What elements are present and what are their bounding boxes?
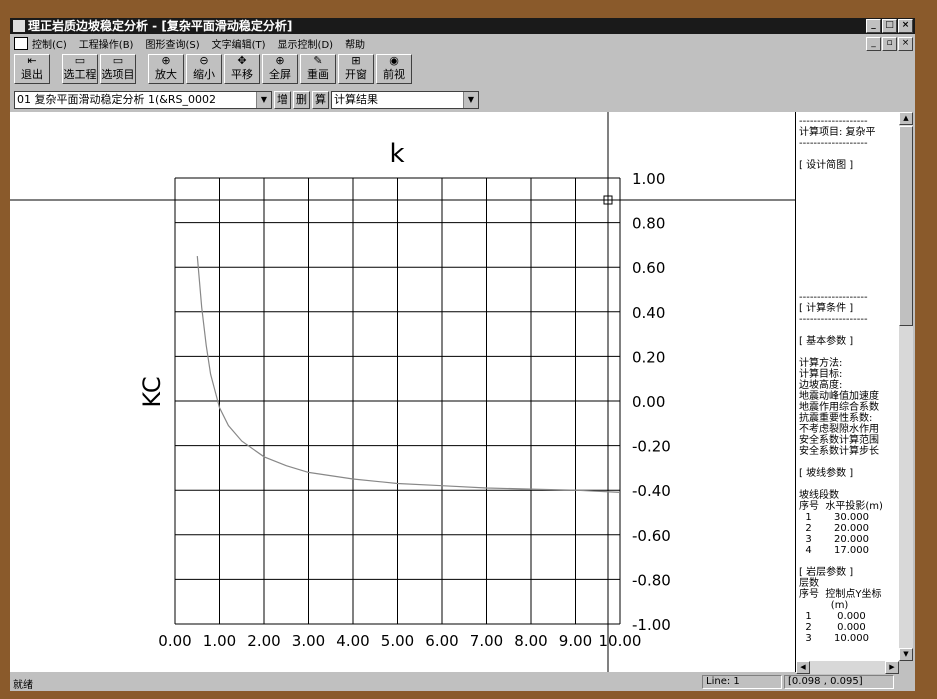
y-tick-label: 0.60 xyxy=(632,259,665,277)
y-tick-label: 0.40 xyxy=(632,304,665,322)
x-tick-label: 10.00 xyxy=(599,632,642,650)
toolbar: ⇤ 退出 ▭ 选工程 ▭ 选项目 ⊕ 放大 ⊖ 缩小 ✥ 平移 ⊕ 全屏 ✎ 重画 ⊞ 开窗 ◉ 前… xyxy=(14,54,414,86)
menu-display-control[interactable]: 显示控制(D) xyxy=(278,36,334,51)
result-text-panel[interactable]: ------------------- 计算项目: 复杂平 ----------… xyxy=(796,112,899,672)
result-text: ------------------- 计算项目: 复杂平 ----------… xyxy=(799,116,883,644)
menu-graphic-query[interactable]: 图形查询(S) xyxy=(145,36,199,51)
pan-button[interactable]: ✥ 平移 xyxy=(224,54,260,84)
item-icon: ▭ xyxy=(112,54,124,67)
child-minimize-button[interactable]: _ xyxy=(866,37,881,51)
scroll-right-icon[interactable]: ▶ xyxy=(885,661,899,674)
kc-curve xyxy=(196,256,621,493)
result-view-select[interactable]: 计算结果 ▼ xyxy=(331,91,479,109)
chart-title: k xyxy=(389,139,404,169)
title-bar[interactable]: 理正岩质边坡稳定分析 - [复杂平面滑动稳定分析] _ □ × xyxy=(10,18,915,34)
menu-text-edit[interactable]: 文字编辑(T) xyxy=(212,36,266,51)
fullscreen-icon: ⊕ xyxy=(275,54,285,67)
pan-icon: ✥ xyxy=(237,54,247,67)
chart-canvas[interactable]: 0.00 1.00 2.00 3.00 4.00 5.00 6.00 7.00 8.00 9.00… xyxy=(10,112,796,672)
front-view-button[interactable]: ◉ 前视 xyxy=(376,54,412,84)
y-tick-label: -1.00 xyxy=(632,616,671,634)
scroll-up-icon[interactable]: ▲ xyxy=(899,112,913,125)
menu-bar: 控制(C) 工程操作(B) 图形查询(S) 文字编辑(T) 显示控制(D) 帮助 xyxy=(10,35,915,52)
zoom-out-icon: ⊖ xyxy=(199,54,209,67)
y-tick-label: -0.60 xyxy=(632,527,671,545)
select-project-button[interactable]: ▭ 选工程 xyxy=(62,54,98,84)
delete-button[interactable]: 删 xyxy=(293,91,310,109)
x-tick-label: 3.00 xyxy=(292,632,325,650)
y-tick-label: -0.20 xyxy=(632,438,671,456)
result-view-value: 计算结果 xyxy=(334,93,378,106)
zoom-out-button[interactable]: ⊖ 缩小 xyxy=(186,54,222,84)
kc-chart: 0.00 1.00 2.00 3.00 4.00 5.00 6.00 7.00 8.00 9.00… xyxy=(10,112,795,672)
redraw-icon: ✎ xyxy=(313,54,323,67)
status-coords: [0.098 , 0.095] xyxy=(784,675,894,689)
x-tick-label: 7.00 xyxy=(470,632,503,650)
x-tick-label: 0.00 xyxy=(158,632,191,650)
y-tick-label: 0.00 xyxy=(632,393,665,411)
project-select-value: 01 复杂平面滑动稳定分析 1(&RS_0002 xyxy=(17,93,216,106)
child-close-button[interactable]: × xyxy=(898,37,913,51)
app-window: 理正岩质边坡稳定分析 - [复杂平面滑动稳定分析] _ □ × 控制(C) 工程… xyxy=(10,18,915,691)
y-tick-label: 1.00 xyxy=(632,170,665,188)
project-bar: 01 复杂平面滑动稳定分析 1(&RS_0002 ▼ 增 删 算 计算结果 ▼ xyxy=(14,90,479,110)
chevron-down-icon[interactable]: ▼ xyxy=(256,92,271,108)
y-tick-label: 0.20 xyxy=(632,348,665,366)
zoom-in-icon: ⊕ xyxy=(161,54,171,67)
front-view-icon: ◉ xyxy=(389,54,399,67)
exit-icon: ⇤ xyxy=(27,54,37,67)
x-tick-label: 9.00 xyxy=(559,632,592,650)
add-button[interactable]: 增 xyxy=(274,91,291,109)
select-item-button[interactable]: ▭ 选项目 xyxy=(100,54,136,84)
menu-control[interactable]: 控制(C) xyxy=(32,36,67,51)
x-tick-label: 4.00 xyxy=(336,632,369,650)
scroll-down-icon[interactable]: ▼ xyxy=(899,648,913,661)
window-title: 理正岩质边坡稳定分析 - [复杂平面滑动稳定分析] xyxy=(28,19,293,33)
y-axis-label: KC xyxy=(138,376,166,407)
status-text: 就绪 xyxy=(13,680,33,691)
close-button[interactable]: × xyxy=(898,19,913,33)
status-line: Line: 1 xyxy=(702,675,782,689)
fullscreen-button[interactable]: ⊕ 全屏 xyxy=(262,54,298,84)
document-icon[interactable] xyxy=(14,37,28,50)
calculate-button[interactable]: 算 xyxy=(312,91,329,109)
project-icon: ▭ xyxy=(74,54,86,67)
project-select[interactable]: 01 复杂平面滑动稳定分析 1(&RS_0002 ▼ xyxy=(14,91,272,109)
menu-project[interactable]: 工程操作(B) xyxy=(79,36,134,51)
vertical-scrollbar[interactable]: ▲ ▼ xyxy=(899,112,913,661)
x-tick-label: 6.00 xyxy=(425,632,458,650)
window-icon: ⊞ xyxy=(351,54,361,67)
minimize-button[interactable]: _ xyxy=(866,19,881,33)
x-tick-label: 8.00 xyxy=(514,632,547,650)
open-window-button[interactable]: ⊞ 开窗 xyxy=(338,54,374,84)
x-tick-label: 2.00 xyxy=(247,632,280,650)
chevron-down-icon[interactable]: ▼ xyxy=(463,92,478,108)
redraw-button[interactable]: ✎ 重画 xyxy=(300,54,336,84)
app-icon xyxy=(13,20,25,32)
zoom-in-button[interactable]: ⊕ 放大 xyxy=(148,54,184,84)
exit-button[interactable]: ⇤ 退出 xyxy=(14,54,50,84)
scroll-thumb[interactable] xyxy=(899,126,913,326)
x-tick-label: 5.00 xyxy=(381,632,414,650)
horizontal-scrollbar[interactable]: ◀ ▶ xyxy=(796,661,899,674)
y-tick-label: 0.80 xyxy=(632,215,665,233)
child-restore-button[interactable]: ▫ xyxy=(882,37,897,51)
scroll-left-icon[interactable]: ◀ xyxy=(796,661,810,674)
menu-help[interactable]: 帮助 xyxy=(345,36,365,51)
x-tick-label: 1.00 xyxy=(203,632,236,650)
y-tick-label: -0.80 xyxy=(632,571,671,589)
status-bar: 就绪 Line: 1 [0.098 , 0.095] xyxy=(10,674,915,691)
y-tick-label: -0.40 xyxy=(632,482,671,500)
maximize-button[interactable]: □ xyxy=(882,19,897,33)
